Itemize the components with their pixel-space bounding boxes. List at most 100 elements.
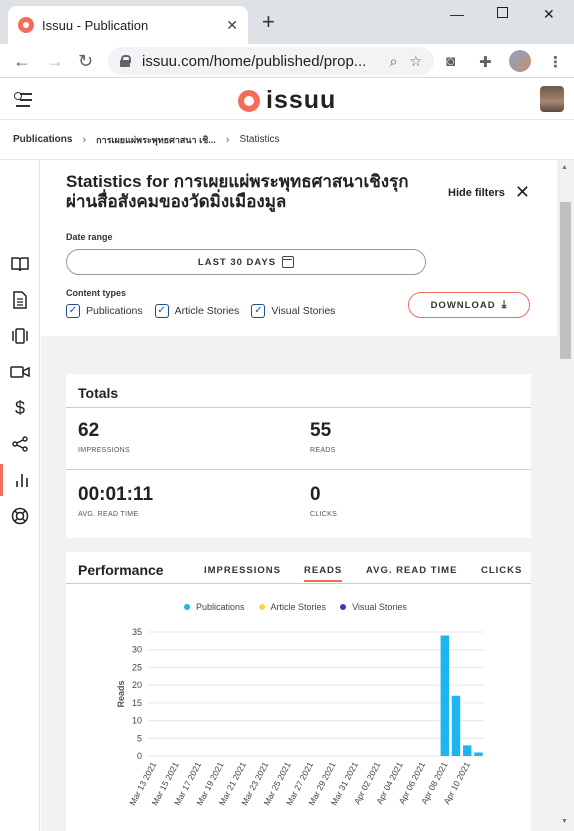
checkmark-icon[interactable]: ✓ bbox=[154, 304, 169, 318]
tab-avg-read-time[interactable]: AVG. READ TIME bbox=[366, 565, 457, 576]
date-range-label: Date range bbox=[66, 232, 113, 242]
url-text[interactable]: issuu.com/home/published/prop... bbox=[142, 53, 390, 70]
breadcrumb-publications[interactable]: Publications bbox=[13, 134, 72, 145]
content-types-label: Content types bbox=[66, 288, 127, 298]
tab-impressions[interactable]: IMPRESSIONS bbox=[204, 565, 281, 576]
breadcrumb-publication[interactable]: การเผยแผ่พระพุทธศาสนา เชิ... bbox=[96, 133, 216, 147]
chart-bar bbox=[463, 745, 472, 756]
issuu-logo-icon bbox=[238, 89, 260, 112]
tab-reads[interactable]: READS bbox=[304, 565, 343, 582]
legend-publications[interactable]: Publications bbox=[196, 602, 245, 612]
dollar-icon[interactable]: $ bbox=[0, 392, 40, 424]
tab-clicks[interactable]: CLICKS bbox=[481, 565, 522, 576]
filters-panel: Statistics for การเผยแผ่พระพุทธศาสนาเชิง… bbox=[41, 160, 557, 336]
issuu-favicon-icon bbox=[18, 17, 34, 33]
browser-tab[interactable]: Issuu - Publication ✕ bbox=[8, 6, 248, 44]
performance-header: Performance IMPRESSIONS READS AVG. READ … bbox=[66, 552, 531, 584]
scroll-down-icon[interactable]: ▼ bbox=[561, 818, 568, 825]
issuu-logo[interactable]: issuu bbox=[238, 86, 336, 115]
reads-label: READS bbox=[310, 447, 336, 454]
left-nav: $ bbox=[0, 160, 40, 831]
legend-visual-stories[interactable]: Visual Stories bbox=[352, 602, 407, 612]
y-tick-label: 20 bbox=[132, 680, 142, 690]
download-icon: ⤓ bbox=[501, 298, 508, 311]
checkbox-publications[interactable]: ✓ Publications bbox=[66, 304, 143, 318]
chart-bar bbox=[474, 752, 483, 756]
breadcrumb: Publications › การเผยแผ่พระพุทธศาสนา เชิ… bbox=[0, 120, 574, 160]
chart-legend: Publications Article Stories Visual Stor… bbox=[184, 602, 407, 612]
back-icon[interactable]: ← bbox=[13, 50, 31, 72]
performance-title: Performance bbox=[78, 562, 164, 578]
document-icon[interactable] bbox=[0, 284, 40, 316]
book-icon[interactable] bbox=[0, 248, 40, 280]
checkmark-icon[interactable]: ✓ bbox=[251, 304, 266, 318]
page-scrollbar[interactable]: ▲ ▼ bbox=[557, 160, 574, 831]
camera-icon[interactable]: ◙ bbox=[446, 53, 455, 70]
content-types-checkboxes: ✓ Publications ✓ Article Stories ✓ Visua… bbox=[66, 304, 347, 318]
totals-card: Totals 62 IMPRESSIONS 55 READS 00:01:11 … bbox=[66, 374, 531, 538]
menu-icon[interactable] bbox=[14, 90, 34, 108]
profile-avatar[interactable] bbox=[509, 50, 531, 72]
kebab-menu-icon[interactable]: ⋮ bbox=[548, 53, 563, 71]
extensions-icon[interactable]: ✚ bbox=[479, 53, 492, 71]
scroll-thumb[interactable] bbox=[560, 202, 571, 359]
chart-bar bbox=[451, 695, 461, 756]
checkbox-label: Publications bbox=[86, 305, 143, 317]
y-tick-label: 25 bbox=[132, 662, 142, 672]
main-content: Statistics for การเผยแผ่พระพุทธศาสนาเชิง… bbox=[41, 160, 557, 831]
performance-card: Performance IMPRESSIONS READS AVG. READ … bbox=[66, 552, 531, 831]
maximize-icon[interactable] bbox=[497, 7, 508, 18]
y-tick-label: 10 bbox=[132, 716, 142, 726]
tab-title: Issuu - Publication bbox=[42, 17, 149, 33]
legend-dot-article-stories bbox=[258, 604, 265, 610]
checkmark-icon[interactable]: ✓ bbox=[66, 304, 80, 318]
totals-title: Totals bbox=[78, 385, 119, 401]
forward-icon[interactable]: → bbox=[46, 50, 64, 72]
user-avatar[interactable] bbox=[540, 86, 564, 112]
chevron-right-icon: › bbox=[225, 133, 230, 146]
carousel-icon[interactable] bbox=[0, 320, 40, 352]
logo-text: issuu bbox=[266, 86, 337, 114]
bookmark-star-icon[interactable]: ☆ bbox=[409, 53, 422, 70]
zoom-icon[interactable]: ⌕ bbox=[390, 53, 398, 70]
reads-bar-chart: 05101520253035ReadsMar 13 2021Mar 15 202… bbox=[116, 627, 484, 807]
y-tick-label: 15 bbox=[132, 698, 142, 708]
help-lifebuoy-icon[interactable] bbox=[0, 500, 40, 532]
impressions-value: 62 bbox=[78, 420, 100, 441]
y-axis-label: Reads bbox=[116, 680, 126, 707]
page-title: Statistics for การเผยแผ่พระพุทธศาสนาเชิง… bbox=[66, 172, 409, 211]
address-bar[interactable]: issuu.com/home/published/prop... ⌕ ☆ bbox=[108, 47, 434, 75]
download-button[interactable]: DOWNLOAD ⤓ bbox=[408, 292, 530, 318]
close-icon: ✕ bbox=[514, 182, 530, 202]
legend-dot-visual-stories bbox=[340, 604, 347, 610]
clicks-label: CLICKS bbox=[310, 511, 338, 518]
chart-bar bbox=[440, 635, 449, 756]
avg-read-time-label: AVG. READ TIME bbox=[78, 511, 139, 518]
legend-article-stories[interactable]: Article Stories bbox=[271, 602, 327, 612]
stats-content: Totals 62 IMPRESSIONS 55 READS 00:01:11 … bbox=[41, 336, 557, 831]
reads-value: 55 bbox=[310, 420, 332, 441]
checkbox-label: Visual Stories bbox=[271, 305, 336, 317]
tab-close-icon[interactable]: ✕ bbox=[226, 17, 238, 34]
breadcrumb-statistics: Statistics bbox=[239, 134, 280, 145]
scroll-up-icon[interactable]: ▲ bbox=[561, 164, 568, 171]
share-icon[interactable] bbox=[0, 428, 40, 460]
minimize-icon[interactable]: — bbox=[450, 6, 464, 22]
chevron-right-icon: › bbox=[82, 133, 87, 146]
impressions-label: IMPRESSIONS bbox=[78, 447, 130, 454]
date-range-select[interactable]: LAST 30 DAYS bbox=[66, 249, 426, 275]
checkbox-visual-stories[interactable]: ✓ Visual Stories bbox=[251, 304, 335, 318]
close-window-icon[interactable]: ✕ bbox=[543, 6, 555, 23]
legend-dot-publications bbox=[184, 604, 190, 610]
hide-filters-button[interactable]: Hide filters ✕ bbox=[448, 182, 530, 203]
checkbox-label: Article Stories bbox=[174, 305, 240, 317]
clicks-value: 0 bbox=[310, 484, 321, 505]
new-tab-icon[interactable]: + bbox=[262, 11, 275, 33]
video-icon[interactable] bbox=[0, 356, 40, 388]
statistics-icon[interactable] bbox=[0, 464, 40, 496]
y-tick-label: 35 bbox=[132, 627, 142, 637]
reload-icon[interactable]: ↻ bbox=[78, 50, 93, 72]
checkbox-article-stories[interactable]: ✓ Article Stories bbox=[154, 304, 240, 318]
app-header: issuu bbox=[0, 78, 574, 120]
browser-tab-bar: Issuu - Publication ✕ + — ✕ bbox=[0, 0, 574, 44]
